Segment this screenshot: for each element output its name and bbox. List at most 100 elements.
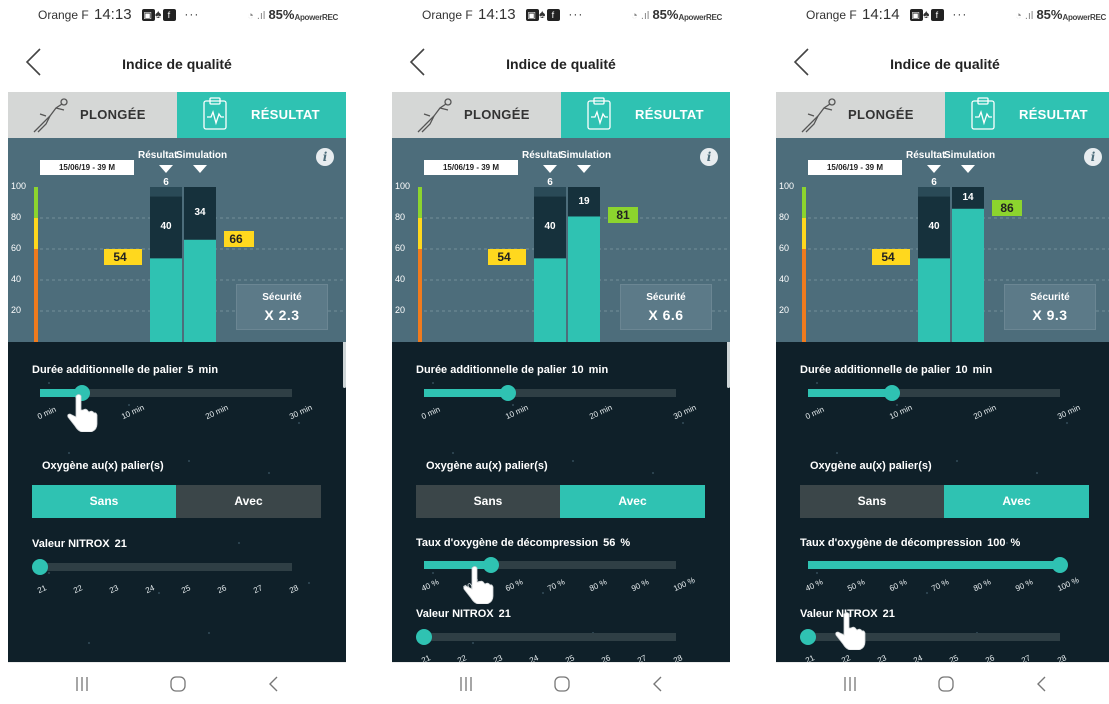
info-icon[interactable]: i: [700, 148, 718, 166]
home-button[interactable]: [926, 671, 966, 697]
scroll-indicator[interactable]: [343, 342, 346, 388]
palier-tick-label: 0 min: [36, 404, 58, 422]
tab-plongee[interactable]: PLONGÉE: [776, 92, 945, 138]
taux-tick-label: 60 %: [504, 577, 525, 594]
nitrox-slider[interactable]: [416, 629, 676, 645]
palier-slider[interactable]: [808, 385, 1060, 401]
toggle-avec[interactable]: Avec: [560, 485, 705, 518]
tab-plongee-label: PLONGÉE: [848, 107, 914, 122]
watermark-label: ApowerREC: [294, 13, 338, 22]
home-button[interactable]: [542, 671, 582, 697]
background-bubble: [268, 472, 270, 474]
home-button[interactable]: [158, 671, 198, 697]
nav-back-icon: [1037, 676, 1046, 692]
info-icon[interactable]: i: [316, 148, 334, 166]
tab-plongee[interactable]: PLONGÉE: [8, 92, 177, 138]
status-bar: Orange F 14:13 ▣ ♠ f ··· ◔ .ıl 85%ApowerREC: [392, 0, 730, 28]
toggle-avec[interactable]: Avec: [944, 485, 1089, 518]
taux-tick-label: 100 %: [672, 575, 697, 594]
result-arrow-icon: [543, 165, 557, 173]
toggle-avec[interactable]: Avec: [176, 485, 321, 518]
info-icon[interactable]: i: [1084, 148, 1102, 166]
result-middle-value: 40: [160, 221, 172, 233]
nitrox-slider[interactable]: [32, 559, 292, 575]
palier-value: 10: [955, 364, 968, 376]
recent-apps-button[interactable]: [62, 671, 102, 697]
oxygen-label: Oxygène au(x) palier(s): [810, 460, 932, 472]
background-bubble: [926, 592, 928, 594]
facebook-icon: f: [163, 8, 177, 21]
simulation-top-value: 34: [194, 207, 206, 219]
palier-tick-label: 30 min: [288, 402, 314, 422]
palier-slider[interactable]: [424, 385, 676, 401]
notification-bell-icon: ♠: [539, 7, 548, 21]
status-time: 14:13: [94, 6, 132, 23]
status-right: ◔ .ıl 85%ApowerREC: [247, 7, 338, 22]
background-bubble: [1036, 472, 1038, 474]
result-score-flag: 54: [872, 249, 910, 266]
nitrox-tick-label: 26: [600, 653, 612, 662]
palier-tick-label: 0 min: [804, 404, 826, 422]
result-middle-value: 40: [544, 221, 556, 233]
tab-bar: PLONGÉE RÉSULTAT: [776, 92, 1109, 145]
tab-resultat[interactable]: RÉSULTAT: [945, 92, 1109, 145]
system-nav-bar: [8, 662, 346, 704]
scroll-indicator[interactable]: [727, 342, 730, 388]
nitrox-tick-label: 28: [672, 653, 684, 662]
background-bubble: [68, 452, 70, 454]
tap-hand-icon: [64, 392, 98, 437]
background-bubble: [816, 382, 818, 384]
y-tick-label: 80: [395, 212, 406, 222]
tap-hand-icon: [832, 610, 866, 655]
tab-plongee[interactable]: PLONGÉE: [392, 92, 561, 138]
security-box: Sécurité X 9.3: [1004, 284, 1096, 330]
taux-label-text: Taux d'oxygène de décompression: [800, 537, 983, 549]
toggle-sans[interactable]: Sans: [416, 485, 560, 518]
nitrox-tick-label: 24: [912, 653, 924, 662]
nav-back-button[interactable]: [1022, 671, 1062, 697]
gauge-segment: [418, 249, 422, 342]
y-tick-label: 20: [11, 305, 22, 315]
clipboard-pulse-icon: [967, 96, 999, 139]
nitrox-slider-knob[interactable]: [800, 629, 816, 645]
y-tick-label: 20: [395, 305, 406, 315]
bar-result-base: [150, 258, 182, 342]
dive-date: 15/06/19 - 39 M: [424, 160, 518, 175]
y-tick-label: 20: [779, 305, 790, 315]
battery-percent: 85%: [652, 7, 679, 22]
palier-slider-knob[interactable]: [499, 385, 516, 401]
bar-simulation-base: [184, 239, 216, 342]
bar-result-base: [918, 258, 950, 342]
tab-resultat[interactable]: RÉSULTAT: [561, 92, 730, 145]
recent-apps-button[interactable]: [830, 671, 870, 697]
nitrox-tick-label: 22: [456, 653, 468, 662]
simulation-column-label: Simulation: [560, 150, 612, 161]
taux-label-text: Taux d'oxygène de décompression: [416, 537, 599, 549]
palier-tick-label: 20 min: [588, 402, 614, 422]
palier-slider-fill: [424, 389, 508, 397]
nitrox-slider-knob[interactable]: [416, 629, 432, 645]
nav-back-button[interactable]: [638, 671, 678, 697]
nitrox-slider-knob[interactable]: [32, 559, 48, 575]
taux-slider[interactable]: [808, 557, 1068, 573]
status-right: ◔ .ıl 85%ApowerREC: [631, 7, 722, 22]
toggle-sans[interactable]: Sans: [800, 485, 944, 518]
app-header: Indice de qualité: [392, 36, 730, 88]
notification-bell-icon: ♠: [155, 7, 164, 21]
notification-icons: ▣ ♠ f ···: [910, 7, 967, 21]
y-tick-label: 60: [779, 243, 790, 253]
gauge-segment: [34, 187, 38, 218]
toggle-sans[interactable]: Sans: [32, 485, 176, 518]
palier-slider-knob[interactable]: [883, 385, 900, 401]
tab-resultat[interactable]: RÉSULTAT: [177, 92, 346, 145]
dive-date: 15/06/19 - 39 M: [808, 160, 902, 175]
recent-apps-icon: [460, 677, 472, 691]
taux-slider-knob[interactable]: [1052, 557, 1068, 573]
nitrox-tick-label: 23: [876, 653, 888, 662]
recent-apps-button[interactable]: [446, 671, 486, 697]
status-time: 14:14: [862, 6, 900, 23]
diver-icon: [794, 96, 840, 141]
nav-back-button[interactable]: [254, 671, 294, 697]
security-value: X 6.6: [648, 307, 684, 323]
palier-duration-label: Durée additionnelle de palier 5 min: [32, 364, 218, 376]
